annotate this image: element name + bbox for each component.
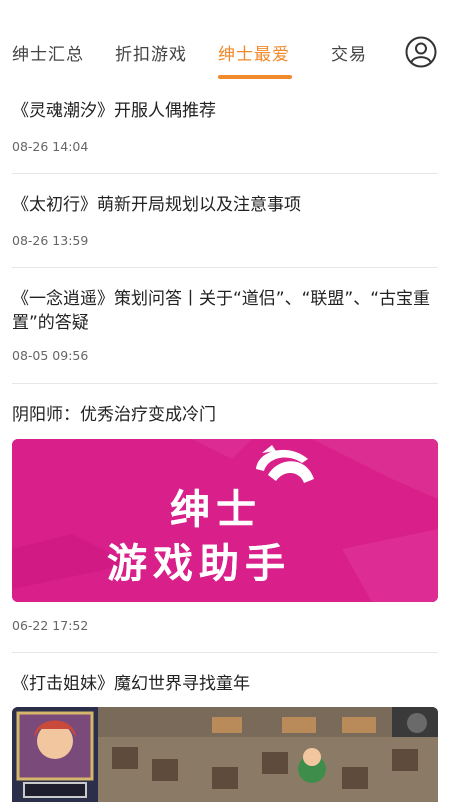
profile-button[interactable] xyxy=(405,36,437,68)
article-date: 08-26 14:04 xyxy=(12,139,89,154)
banner-title-line-1: 绅士 xyxy=(170,487,262,533)
tab-gentleman-favorites[interactable]: 绅士最爱 xyxy=(218,40,290,65)
list-item[interactable]: 《灵魂潮汐》开服人偶推荐 08-26 14:04 xyxy=(12,82,438,174)
article-title: 《太初行》萌新开局规划以及注意事项 xyxy=(12,195,301,215)
article-title: 阴阳师：优秀治疗变成冷门 xyxy=(12,405,216,425)
article-date: 08-05 09:56 xyxy=(12,348,89,363)
tab-gentleman-summary[interactable]: 绅士汇总 xyxy=(12,40,84,65)
article-title-line-1: 《一念逍遥》策划问答丨关于“道侣”、“联盟”、“古宝重 xyxy=(12,289,431,309)
list-item[interactable]: 《太初行》萌新开局规划以及注意事项 08-26 13:59 xyxy=(12,174,438,268)
banner-title-line-2: 游戏助手 xyxy=(107,541,291,587)
article-game-image xyxy=(12,707,438,802)
list-item[interactable]: 阴阳师：优秀治疗变成冷门 绅士 游戏助手 06-22 17:52 xyxy=(12,384,438,653)
article-title: 《灵魂潮汐》开服人偶推荐 xyxy=(12,101,216,121)
list-item[interactable]: 《打击姐妹》魔幻世界寻找童年 xyxy=(12,653,438,802)
article-date: 06-22 17:52 xyxy=(12,618,89,633)
user-circle-icon xyxy=(405,36,437,68)
article-date: 08-26 13:59 xyxy=(12,233,89,248)
active-tab-indicator xyxy=(218,75,292,79)
tab-trade[interactable]: 交易 xyxy=(331,40,367,65)
article-banner-image: 绅士 游戏助手 xyxy=(12,439,438,602)
game-screenshot-art xyxy=(12,707,438,802)
top-tab-bar: 绅士汇总 折扣游戏 绅士最爱 交易 xyxy=(0,0,450,82)
article-list: 《灵魂潮汐》开服人偶推荐 08-26 14:04 《太初行》萌新开局规划以及注意… xyxy=(12,82,438,802)
list-item[interactable]: 《一念逍遥》策划问答丨关于“道侣”、“联盟”、“古宝重 置”的答疑 08-05 … xyxy=(12,268,438,384)
article-title: 《打击姐妹》魔幻世界寻找童年 xyxy=(12,674,250,694)
article-title-line-2: 置”的答疑 xyxy=(12,313,89,333)
tab-discount-games[interactable]: 折扣游戏 xyxy=(115,40,187,65)
